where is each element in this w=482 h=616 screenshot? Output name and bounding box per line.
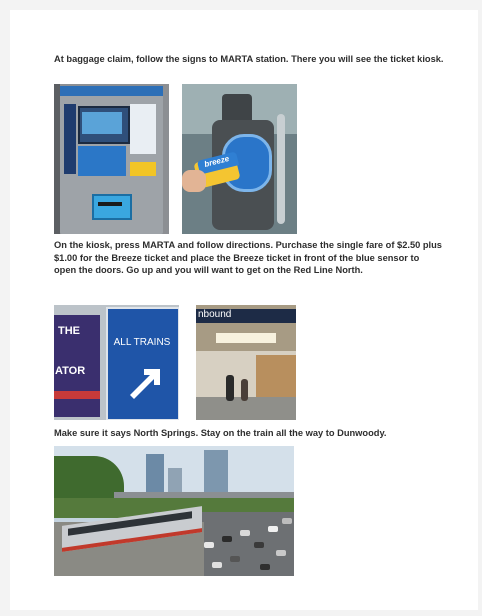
ticket-kiosk-photo [54,84,169,234]
arrow-up-right-icon [130,369,160,399]
station-platform-photo: nbound [196,305,296,420]
all-trains-sign-photo: THE ATOR ALL TRAINS [54,305,179,420]
document-page: At baggage claim, follow the signs to MA… [10,10,478,610]
paragraph-baggage-claim: At baggage claim, follow the signs to MA… [54,54,444,64]
breeze-gate-photo: breeze [182,84,297,234]
paragraph-north-springs: Make sure it says North Springs. Stay on… [54,428,387,438]
sign-text-the: THE [58,325,80,337]
sign-text-ator: ATOR [55,365,86,377]
train-highway-photo [54,446,294,576]
station-sign-text: nbound [198,309,232,320]
paragraph-kiosk-directions: On the kiosk, press MARTA and follow dir… [54,240,442,276]
sign-text-all-trains: ALL TRAINS [113,337,171,348]
